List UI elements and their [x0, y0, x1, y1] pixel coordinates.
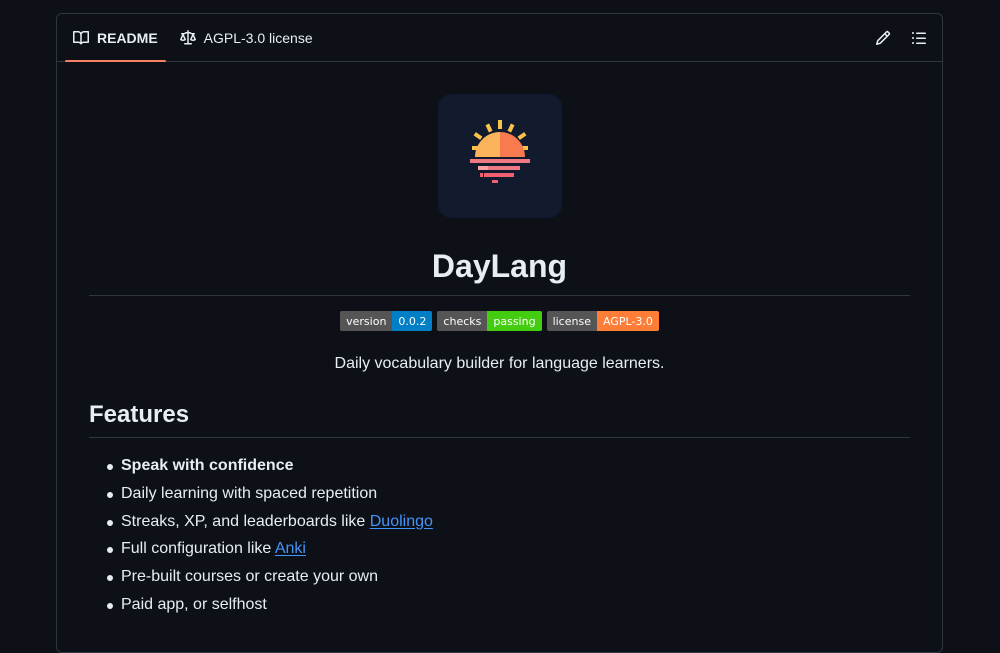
book-icon — [73, 30, 89, 45]
feature-text: Paid app, or selfhost — [121, 595, 267, 613]
readme-box: README AGPL-3.0 license DayLang version … — [56, 13, 943, 653]
tab-license[interactable]: AGPL-3.0 license — [172, 14, 321, 62]
pencil-icon — [875, 30, 891, 46]
badge-label: checks — [437, 311, 488, 331]
tab-readme-label: README — [97, 30, 158, 46]
list-item: Full configuration like Anki — [107, 539, 910, 559]
readme-title: DayLang — [89, 248, 910, 296]
badge-value: passing — [487, 311, 542, 331]
feature-text: Full configuration like — [121, 540, 275, 558]
feature-text: Pre-built courses or create your own — [121, 568, 378, 586]
tab-license-label: AGPL-3.0 license — [203, 30, 313, 46]
edit-file-button[interactable] — [868, 23, 898, 53]
license-badge[interactable]: license AGPL-3.0 — [546, 311, 659, 331]
readme-description: Daily vocabulary builder for language le… — [334, 355, 665, 372]
feature-text: Daily learning with spaced repetition — [121, 484, 378, 502]
law-scale-icon — [179, 30, 196, 45]
list-item: Speak with confidence — [107, 456, 910, 476]
badge-value: 0.0.2 — [392, 311, 433, 331]
badge-row: version 0.0.2 checks passing license AGP… — [89, 311, 910, 331]
tab-bar: README AGPL-3.0 license — [57, 14, 942, 62]
duolingo-link[interactable]: Duolingo — [370, 513, 433, 530]
features-list: Speak with confidence Daily learning wit… — [89, 456, 910, 615]
features-heading: Features — [89, 401, 910, 438]
readme-content: DayLang version 0.0.2 checks passing lic… — [89, 62, 910, 623]
version-badge[interactable]: version 0.0.2 — [340, 311, 433, 331]
sunset-logo-icon — [437, 94, 562, 218]
badge-label: license — [546, 311, 597, 331]
tab-actions — [868, 14, 942, 62]
badge-value: AGPL-3.0 — [596, 311, 659, 331]
list-item: Pre-built courses or create your own — [107, 567, 910, 587]
checks-badge[interactable]: checks passing — [437, 311, 542, 331]
feature-text: Streaks, XP, and leaderboards like — [121, 512, 370, 530]
anki-link[interactable]: Anki — [275, 540, 306, 557]
list-item: Paid app, or selfhost — [107, 595, 910, 615]
list-item: Daily learning with spaced repetition — [107, 484, 910, 504]
list-item: Streaks, XP, and leaderboards like Duoli… — [107, 512, 910, 532]
outline-button[interactable] — [904, 23, 934, 53]
feature-text: Speak with confidence — [121, 457, 294, 474]
badge-label: version — [340, 311, 393, 331]
tab-readme[interactable]: README — [65, 14, 166, 62]
list-unordered-icon — [912, 32, 926, 44]
